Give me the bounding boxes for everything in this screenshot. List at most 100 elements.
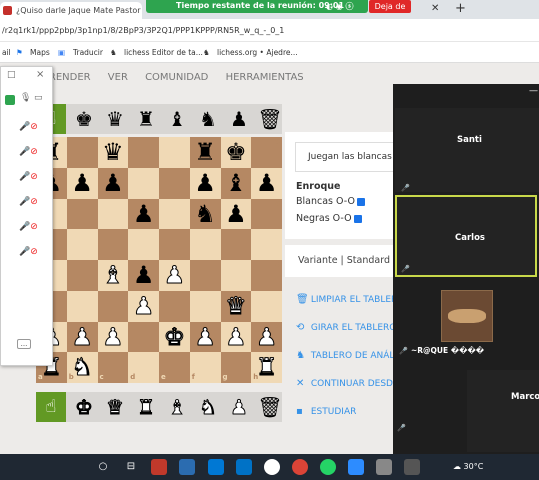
trash-icon[interactable]: 🗑 — [256, 392, 284, 422]
zoom-icon[interactable] — [348, 459, 364, 475]
chess-piece-d6[interactable]: ♟ — [128, 199, 159, 230]
app-icon[interactable] — [264, 459, 280, 475]
store-icon[interactable] — [208, 459, 224, 475]
browser-tab[interactable]: ¿Quiso darle Jaque Mate Pastor a — [0, 2, 142, 19]
board-square-e6[interactable] — [159, 198, 190, 230]
new-tab-button[interactable]: + — [455, 1, 466, 16]
trash-icon[interactable]: 🗑 — [256, 104, 284, 134]
chess-piece-b2[interactable]: ♟ — [67, 322, 98, 353]
turn-select[interactable]: Juegan las blancas — [295, 142, 395, 172]
pocket-piece[interactable]: ♝ — [163, 104, 191, 134]
app-icon[interactable] — [179, 459, 195, 475]
pocket-piece[interactable]: ♝ — [163, 392, 191, 422]
chess-piece-g7[interactable]: ♝ — [221, 168, 252, 199]
add-participant-icon[interactable] — [5, 95, 15, 105]
board-square-b3[interactable] — [66, 290, 98, 322]
board-square-d5[interactable] — [128, 229, 159, 260]
board-square-b6[interactable] — [66, 198, 98, 230]
chess-piece-f2[interactable]: ♟ — [190, 322, 221, 353]
board-square-d8[interactable] — [128, 137, 159, 168]
maximize-icon[interactable]: □ — [7, 70, 16, 80]
black-castle-checkbox[interactable]: Negras O-O — [296, 213, 362, 224]
chess-piece-h7[interactable]: ♟ — [251, 168, 282, 199]
chess-piece-c8[interactable]: ♛ — [98, 137, 129, 168]
board-square-b4[interactable] — [66, 260, 98, 291]
board-square-f4[interactable] — [189, 260, 221, 291]
minimize-icon[interactable]: — — [529, 86, 538, 96]
chess-piece-g2[interactable]: ♟ — [221, 322, 252, 353]
chess-piece-g6[interactable]: ♟ — [221, 199, 252, 230]
chess-piece-b7[interactable]: ♟ — [67, 168, 98, 199]
mail-icon[interactable] — [236, 459, 252, 475]
chrome-icon[interactable] — [292, 459, 308, 475]
bookmark-item[interactable]: Maps — [30, 42, 50, 63]
flip-board-button[interactable]: ⟲ GIRAR EL TABLERO — [296, 322, 396, 333]
board-square-d2[interactable] — [128, 321, 159, 353]
board-square-b8[interactable] — [66, 137, 98, 168]
board-square-f5[interactable] — [189, 229, 221, 260]
white-castle-checkbox[interactable]: Blancas O-O — [296, 196, 365, 207]
video-tile-active[interactable]: Carlos 🎤 — [395, 195, 537, 277]
close-icon[interactable]: × — [36, 69, 44, 80]
pocket-piece[interactable]: ♚ — [70, 392, 98, 422]
board-square-f3[interactable] — [189, 290, 221, 322]
video-tile[interactable]: Marco — [467, 370, 539, 452]
clear-board-button[interactable]: 🗑 LIMPIAR EL TABLERO — [296, 294, 404, 305]
chess-piece-h2[interactable]: ♟ — [251, 322, 282, 353]
bookmark-item[interactable]: lichess Editor de ta... — [124, 42, 203, 63]
chess-piece-h1[interactable]: ♜ — [251, 352, 282, 383]
board-square-e8[interactable] — [159, 137, 190, 168]
board-square-g4[interactable] — [220, 260, 252, 291]
close-icon[interactable]: ✕ — [431, 3, 439, 14]
board-square-d7[interactable] — [128, 167, 159, 199]
chess-piece-g8[interactable]: ♚ — [221, 137, 252, 168]
board-square-g5[interactable] — [220, 229, 252, 260]
chess-piece-g3[interactable]: ♛ — [221, 291, 252, 322]
chess-piece-d4[interactable]: ♟ — [128, 260, 159, 291]
pocket-piece[interactable]: ♞ — [194, 392, 222, 422]
address-bar[interactable]: /r2q1rk1/ppp2pbp/3p1np1/8/2BpP3/3P2Q1/PP… — [0, 19, 539, 42]
camera-icon[interactable]: ▭ — [34, 93, 43, 103]
zoom-controls-icon[interactable]: ◐ ◉ ⓢ — [326, 1, 354, 12]
pocket-piece[interactable]: ♟ — [225, 392, 253, 422]
pocket-piece[interactable]: ♚ — [70, 104, 98, 134]
study-button[interactable]: ▪ ESTUDIAR — [296, 406, 356, 417]
whatsapp-icon[interactable] — [320, 459, 336, 475]
chess-board[interactable]: 87654321abcdefgh♜♛♜♚♟♟♟♟♝♟♟♞♟♝♟♟♟♛♟♟♟♚♟♟… — [36, 137, 282, 383]
bookmark-item[interactable]: lichess.org • Ajedre... — [217, 42, 298, 63]
board-square-c3[interactable] — [97, 290, 129, 322]
pocket-piece[interactable]: ♛ — [101, 392, 129, 422]
chess-piece-d3[interactable]: ♟ — [128, 291, 159, 322]
chess-piece-c2[interactable]: ♟ — [98, 322, 129, 353]
variant-select[interactable]: Variante | Standard — [285, 245, 395, 277]
video-tile[interactable]: Santi 🎤 — [395, 108, 539, 192]
mic-icon[interactable]: 🎙 — [20, 93, 31, 103]
board-square-c5[interactable] — [97, 229, 129, 260]
more-options-button[interactable]: ... — [17, 339, 31, 349]
nav-herramientas[interactable]: HERRAMIENTAS — [226, 72, 304, 83]
chess-piece-f7[interactable]: ♟ — [190, 168, 221, 199]
nav-comunidad[interactable]: COMUNIDAD — [145, 72, 208, 83]
pocket-piece[interactable]: ♜ — [132, 104, 160, 134]
chess-piece-b1[interactable]: ♞ — [67, 352, 98, 383]
search-icon[interactable]: ○ — [95, 459, 111, 475]
app-icon[interactable] — [404, 459, 420, 475]
pocket-piece[interactable]: ♟ — [225, 104, 253, 134]
pocket-piece[interactable]: ♜ — [132, 392, 160, 422]
chess-piece-f6[interactable]: ♞ — [190, 199, 221, 230]
app-icon[interactable] — [376, 459, 392, 475]
bookmark-item[interactable]: ail — [2, 42, 11, 63]
pocket-piece[interactable]: ♞ — [194, 104, 222, 134]
chess-piece-e4[interactable]: ♟ — [159, 260, 190, 291]
chess-piece-f8[interactable]: ♜ — [190, 137, 221, 168]
board-square-c6[interactable] — [97, 198, 129, 230]
board-square-e7[interactable] — [159, 167, 190, 199]
leave-meeting-button[interactable]: Deja de — [369, 0, 411, 13]
nav-ver[interactable]: VER — [108, 72, 128, 83]
chess-piece-c4[interactable]: ♝ — [98, 260, 129, 291]
hand-pointer-icon[interactable]: ☝ — [36, 392, 66, 422]
board-square-e5[interactable] — [159, 229, 190, 260]
chess-piece-e2[interactable]: ♚ — [159, 322, 190, 353]
chess-piece-c7[interactable]: ♟ — [98, 168, 129, 199]
video-tile[interactable]: 🎤 ~R@QUE ���� — [395, 284, 539, 364]
